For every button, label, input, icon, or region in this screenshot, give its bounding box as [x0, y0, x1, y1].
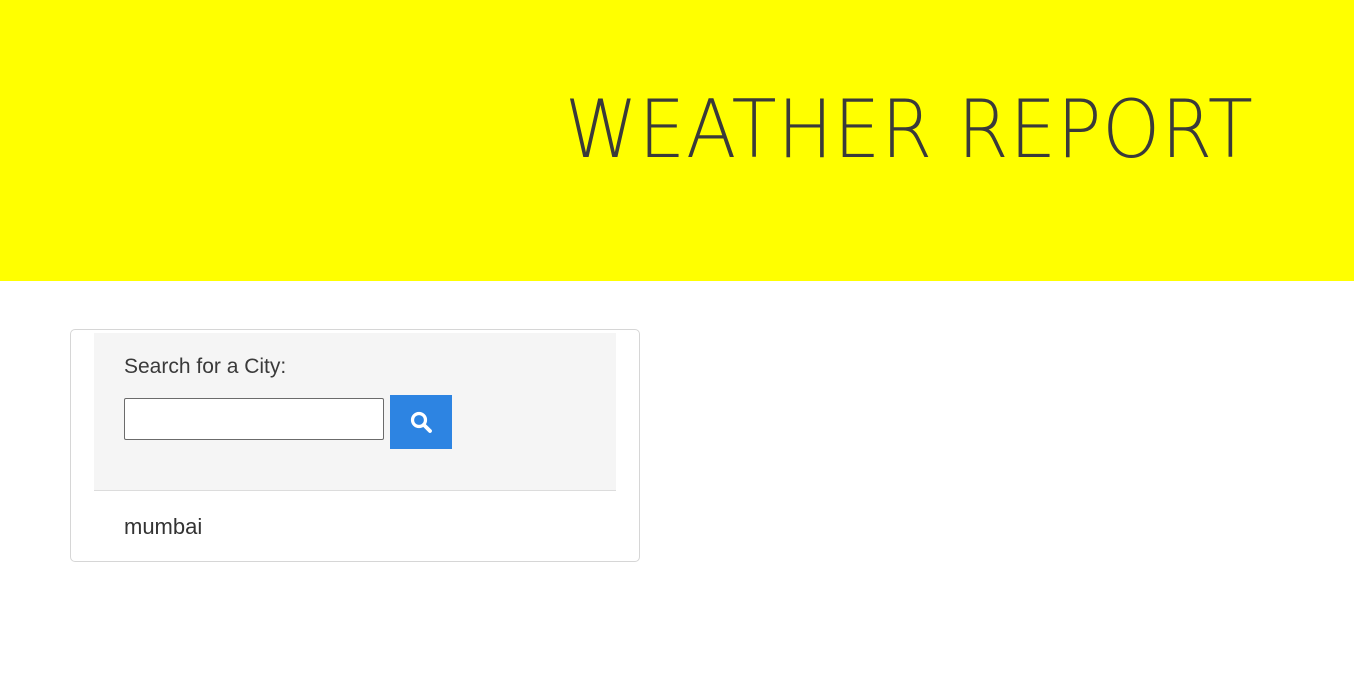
page-header: WEATHER REPORT — [0, 0, 1354, 281]
page-title: WEATHER REPORT — [565, 83, 1254, 176]
search-panel: Search for a City: mumbai — [70, 329, 640, 562]
search-form: Search for a City: — [94, 333, 616, 491]
city-search-input[interactable] — [124, 398, 384, 440]
city-result-item[interactable]: mumbai — [124, 513, 202, 541]
search-icon — [409, 410, 433, 434]
search-label: Search for a City: — [124, 355, 287, 378]
search-button[interactable] — [390, 395, 452, 449]
